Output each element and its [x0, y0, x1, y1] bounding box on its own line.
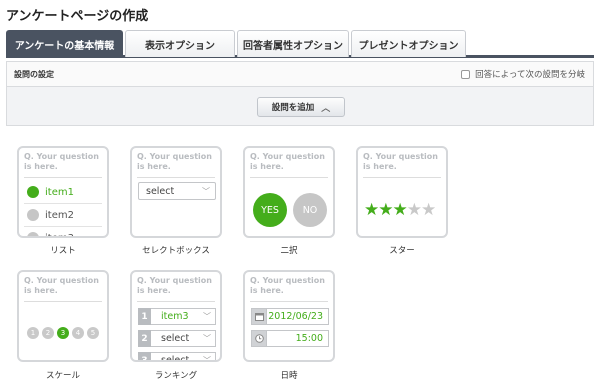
chevron-down-icon: ﹀	[203, 334, 211, 343]
star-type-caption: スター	[389, 246, 415, 256]
question-placeholder: Q. Your question is here.	[137, 152, 212, 171]
datetime-type-caption: 日時	[280, 371, 298, 381]
star-filled-icon: ★	[364, 200, 379, 220]
rank-number: 1	[138, 308, 151, 325]
chevron-up-icon: ︿	[321, 103, 331, 114]
ranking-type-caption: ランキング	[154, 371, 198, 381]
list-item: item2	[27, 209, 74, 221]
tab-respondent-options[interactable]: 回答者属性オプション	[237, 30, 349, 57]
ranking-row: 2 select ﹀	[138, 330, 216, 347]
settings-label: 設問の設定	[14, 70, 54, 79]
star-filled-icon: ★	[378, 200, 393, 220]
rank-select: item3 ﹀	[151, 308, 216, 325]
divider	[24, 177, 102, 178]
select-box: select ﹀	[138, 182, 216, 200]
star-rating: ★ ★ ★ ★ ★	[364, 200, 436, 220]
rank-select: select ﹀	[151, 352, 216, 362]
scale-point: 4	[72, 327, 84, 339]
list-type-caption: リスト	[50, 246, 76, 256]
divider	[137, 301, 215, 302]
chevron-down-icon: ﹀	[203, 312, 211, 321]
question-placeholder: Q. Your question is here.	[250, 276, 325, 295]
page-title: アンケートページの作成	[6, 9, 149, 24]
date-value: 2012/06/23	[267, 308, 329, 325]
binary-type-caption: 二択	[280, 246, 298, 256]
panel-header: 設問の設定 回答によって次の設問を分岐	[7, 62, 593, 87]
ranking-row: 3 select ﹀	[138, 352, 216, 362]
tab-bar: アンケートの基本情報 表示オプション 回答者属性オプション プレゼントオプション	[6, 30, 594, 58]
add-question-button[interactable]: 設問を追加 ︿	[257, 97, 345, 117]
no-option: NO	[293, 193, 327, 227]
time-value: 15:00	[267, 330, 329, 347]
select-type-card[interactable]: Q. Your question is here. select ﹀	[130, 146, 222, 238]
select-value: select	[146, 185, 175, 197]
radio-selected-icon	[27, 186, 39, 198]
rank-select: select ﹀	[151, 330, 216, 347]
rank-number: 3	[138, 352, 151, 360]
date-field: 2012/06/23	[251, 308, 329, 325]
star-type-card[interactable]: Q. Your question is here. ★ ★ ★ ★ ★	[356, 146, 448, 238]
branch-checkbox[interactable]	[461, 69, 471, 79]
chevron-down-icon: ﹀	[203, 356, 211, 362]
binary-type-card[interactable]: Q. Your question is here. YES NO	[243, 146, 335, 238]
clock-icon	[251, 330, 267, 347]
calendar-icon	[251, 308, 267, 325]
divider	[250, 301, 328, 302]
list-item-label: item3	[45, 232, 74, 238]
add-question-label: 設問を追加	[271, 103, 315, 113]
divider	[24, 203, 102, 204]
divider	[24, 301, 102, 302]
divider	[250, 177, 328, 178]
question-placeholder: Q. Your question is here.	[24, 276, 99, 295]
question-placeholder: Q. Your question is here.	[24, 152, 99, 171]
rank-value: select	[161, 355, 190, 362]
branch-option[interactable]: 回答によって次の設問を分岐	[461, 68, 585, 80]
question-placeholder: Q. Your question is here.	[363, 152, 438, 171]
scale-type-caption: スケール	[45, 371, 80, 381]
scale-point: 1	[27, 327, 39, 339]
divider	[363, 177, 441, 178]
select-type-caption: セレクトボックス	[142, 246, 210, 256]
tab-display-options[interactable]: 表示オプション	[125, 30, 235, 57]
scale-options: 12345	[27, 327, 99, 339]
list-type-card[interactable]: Q. Your question is here. item1 item2 it…	[17, 146, 109, 238]
tab-basic-info[interactable]: アンケートの基本情報	[6, 30, 123, 57]
star-empty-icon: ★	[421, 200, 436, 220]
star-filled-icon: ★	[392, 200, 408, 220]
star-empty-icon: ★	[406, 200, 422, 220]
divider	[24, 226, 102, 227]
rank-value: select	[161, 333, 190, 344]
ranking-type-card[interactable]: Q. Your question is here. 1 item3 ﹀ 2 sel…	[130, 270, 222, 362]
question-placeholder: Q. Your question is here.	[250, 152, 325, 171]
scale-point: 3	[57, 327, 69, 339]
scale-point: 5	[87, 327, 99, 339]
question-placeholder: Q. Your question is here.	[137, 276, 212, 295]
list-item-label: item2	[45, 209, 74, 221]
radio-icon	[27, 209, 39, 221]
chevron-down-icon: ﹀	[202, 187, 210, 196]
rank-value: item3	[161, 311, 189, 322]
ranking-row: 1 item3 ﹀	[138, 308, 216, 325]
list-item: item1	[27, 186, 74, 198]
datetime-type-card[interactable]: Q. Your question is here. 2012/06/23 15:…	[243, 270, 335, 362]
branch-label: 回答によって次の設問を分岐	[475, 70, 585, 80]
question-settings-panel: 設問の設定 回答によって次の設問を分岐 設問を追加 ︿	[6, 61, 594, 126]
radio-icon	[27, 232, 39, 236]
scale-point: 2	[42, 327, 54, 339]
list-item: item3	[27, 232, 74, 238]
divider	[137, 177, 215, 178]
list-item-label: item1	[45, 186, 74, 198]
scale-type-card[interactable]: Q. Your question is here. 12345	[17, 270, 109, 362]
yes-option: YES	[253, 193, 287, 227]
tab-present-options[interactable]: プレゼントオプション	[351, 30, 466, 57]
time-field: 15:00	[251, 330, 329, 347]
rank-number: 2	[138, 330, 151, 347]
